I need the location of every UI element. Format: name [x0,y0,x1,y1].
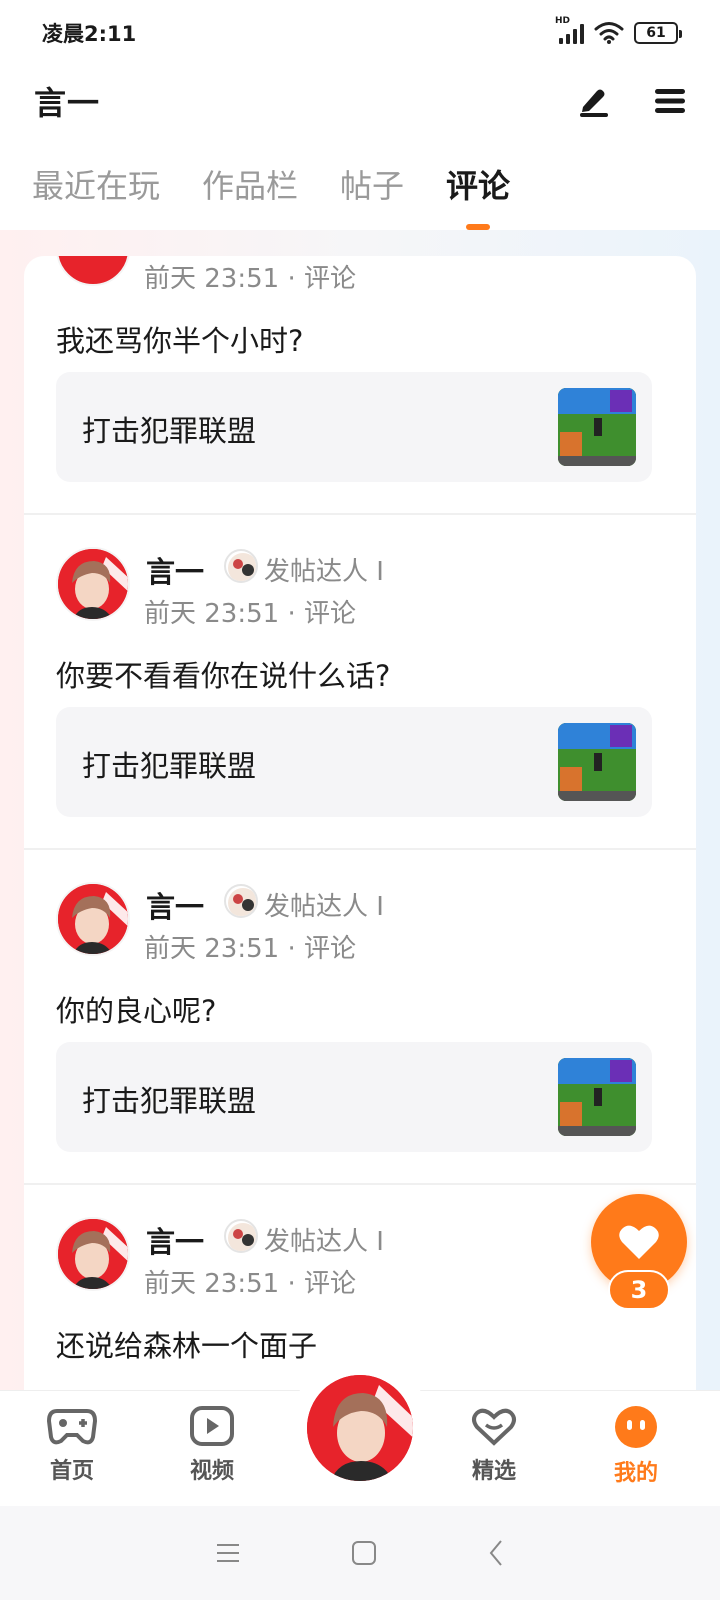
username[interactable]: 言一 [146,1219,204,1261]
home-icon[interactable] [351,1540,377,1566]
badge-label: 发帖达人 [264,557,369,587]
comment-text: 你要不看看你在说什么话? [56,659,391,693]
user-badge: 发帖达人 I [264,551,384,588]
nav-featured-label: 精选 [471,1459,516,1484]
badge-level: I [376,892,384,922]
center-avatar-button[interactable] [304,1372,416,1484]
badge-icon [224,549,258,583]
comment-meta: 前天 23:51 · 评论 [144,934,357,964]
badge-icon [224,884,258,918]
badge-label: 发帖达人 [264,1227,369,1257]
tab-recently-played[interactable]: 最近在玩 [32,150,160,230]
status-time: 凌晨2:11 [42,22,137,46]
nav-home-label: 首页 [49,1459,94,1484]
tab-posts[interactable]: 帖子 [340,150,404,230]
network-type-label: HD [555,16,571,26]
comment-type: 评论 [304,599,357,629]
tab-comments[interactable]: 评论 [446,150,510,230]
game-thumbnail [558,388,636,466]
comment-time: 前天 23:51 [144,599,280,629]
comment-type: 评论 [304,264,357,294]
edit-button[interactable] [574,81,614,121]
game-link[interactable]: 打击犯罪联盟 [56,707,652,817]
game-link[interactable]: 打击犯罪联盟 [56,1042,652,1152]
badge-icon [224,1219,258,1253]
back-icon[interactable] [487,1539,505,1567]
comment-meta: 前天 23:51 · 评论 [144,1269,357,1299]
heart-icon [619,1225,659,1259]
pen-icon [580,89,608,117]
game-name: 打击犯罪联盟 [82,1084,257,1118]
header-actions [574,81,690,121]
user-badge: 发帖达人 I [264,886,384,923]
menu-button[interactable] [650,81,690,121]
comment-meta: 前天 23:51 · 评论 [144,264,357,294]
wifi-icon [594,22,624,44]
comment-meta: 前天 23:51 · 评论 [144,599,357,629]
comment-text: 还说给森林一个面子 [56,1329,318,1363]
status-bar: 凌晨2:11 HD 61 [0,0,720,66]
page-title: 言一 [34,84,101,122]
comment-time: 前天 23:51 [144,934,280,964]
username[interactable]: 言一 [146,549,204,591]
battery-icon: 61 [634,22,682,44]
avatar[interactable] [56,882,130,956]
tab-works[interactable]: 作品栏 [202,150,298,230]
badge-level: I [376,557,384,587]
nav-video[interactable]: 视频 [162,1405,262,1485]
face-icon [615,1406,657,1448]
comment-text: 你的良心呢? [56,994,217,1028]
battery-level: 61 [646,25,666,41]
comment-time: 前天 23:51 [144,1269,280,1299]
user-badge: 发帖达人 I [264,1221,384,1258]
nav-home[interactable]: 首页 [22,1405,122,1485]
game-thumbnail [558,1058,636,1136]
avatar[interactable] [56,256,130,286]
menu-icon[interactable] [215,1542,241,1564]
profile-header: 言一 [0,66,720,136]
comment-time: 前天 23:51 [144,264,280,294]
like-count: 3 [608,1270,670,1310]
badge-level: I [376,1227,384,1257]
avatar[interactable] [56,547,130,621]
status-icons: HD 61 [555,16,682,45]
username[interactable]: 言一 [146,884,204,926]
comment-item[interactable]: 言一 发帖达人 I 前天 23:51 · 评论 你要不看看你在说什么话? 打击犯… [24,515,696,850]
menu-icon [655,89,685,113]
game-name: 打击犯罪联盟 [82,749,257,783]
avatar[interactable] [56,1217,130,1291]
badge-label: 发帖达人 [264,892,369,922]
profile-tabs: 最近在玩 作品栏 帖子 评论 [0,150,720,230]
nav-mine[interactable]: 我的 [586,1405,686,1487]
comment-text: 我还骂你半个小时? [56,324,304,358]
nav-featured[interactable]: 精选 [444,1405,544,1485]
comment-item[interactable]: 前天 23:51 · 评论 我还骂你半个小时? 打击犯罪联盟 [24,256,696,515]
play-icon [190,1406,234,1446]
game-thumbnail [558,723,636,801]
game-link[interactable]: 打击犯罪联盟 [56,372,652,482]
system-nav-bar [0,1506,720,1600]
signal-icon: HD [555,16,584,44]
game-name: 打击犯罪联盟 [82,414,257,448]
nav-video-label: 视频 [189,1459,234,1484]
nav-mine-label: 我的 [613,1461,658,1486]
comment-type: 评论 [304,934,357,964]
comment-item[interactable]: 言一 发帖达人 I 前天 23:51 · 评论 你的良心呢? 打击犯罪联盟 [24,850,696,1185]
comment-type: 评论 [304,1269,357,1299]
gamepad-icon [47,1409,97,1445]
heart-outline-icon [472,1408,516,1446]
